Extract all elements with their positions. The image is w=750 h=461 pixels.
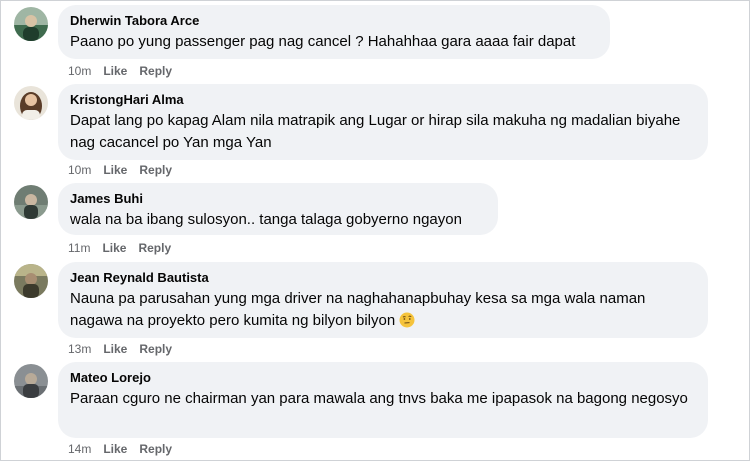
- like-button[interactable]: Like: [103, 342, 127, 356]
- face-with-raised-eyebrow-emoji-icon: [399, 312, 415, 328]
- comment-author[interactable]: James Buhi: [70, 191, 486, 207]
- comment-timestamp[interactable]: 13m: [68, 342, 91, 356]
- comment-text: Nauna pa parusahan yung mga driver na na…: [70, 288, 696, 332]
- reply-button[interactable]: Reply: [139, 64, 172, 78]
- comment-author[interactable]: KristongHari Alma: [70, 92, 696, 108]
- avatar[interactable]: [14, 185, 48, 219]
- like-button[interactable]: Like: [102, 241, 126, 255]
- avatar[interactable]: [14, 364, 48, 398]
- comment-actions: 10m Like Reply: [68, 162, 172, 178]
- comment-author[interactable]: Jean Reynald Bautista: [70, 270, 696, 286]
- reply-button[interactable]: Reply: [139, 442, 172, 456]
- comment-timestamp[interactable]: 10m: [68, 64, 91, 78]
- comment-bubble: Dherwin Tabora Arce Paano po yung passen…: [58, 5, 610, 59]
- comment-text-body: Nauna pa parusahan yung mga driver na na…: [70, 290, 646, 329]
- like-button[interactable]: Like: [103, 64, 127, 78]
- comment-text: wala na ba ibang sulosyon.. tanga talaga…: [70, 211, 462, 228]
- reply-button[interactable]: Reply: [139, 342, 172, 356]
- comment-actions: 10m Like Reply: [68, 63, 172, 79]
- comment-text: Paraan cguro ne chairman yan para mawala…: [70, 390, 688, 407]
- comment-timestamp[interactable]: 14m: [68, 442, 91, 456]
- comment-actions: 11m Like Reply: [68, 240, 171, 256]
- avatar[interactable]: [14, 86, 48, 120]
- avatar[interactable]: [14, 7, 48, 41]
- comment-actions: 14m Like Reply: [68, 441, 172, 457]
- avatar[interactable]: [14, 264, 48, 298]
- like-button[interactable]: Like: [103, 442, 127, 456]
- comment-bubble: James Buhi wala na ba ibang sulosyon.. t…: [58, 183, 498, 235]
- comment-author[interactable]: Mateo Lorejo: [70, 370, 696, 386]
- like-button[interactable]: Like: [103, 163, 127, 177]
- comment-text: Dapat lang po kapag Alam nila matrapik a…: [70, 112, 681, 151]
- comment-text: Paano po yung passenger pag nag cancel ?…: [70, 33, 576, 50]
- reply-button[interactable]: Reply: [139, 163, 172, 177]
- comment-author[interactable]: Dherwin Tabora Arce: [70, 13, 598, 29]
- comment-bubble: Jean Reynald Bautista Nauna pa parusahan…: [58, 262, 708, 338]
- comment-actions: 13m Like Reply: [68, 341, 172, 357]
- comment-bubble: Mateo Lorejo Paraan cguro ne chairman ya…: [58, 362, 708, 438]
- comment-timestamp[interactable]: 11m: [68, 241, 90, 255]
- comment-bubble: KristongHari Alma Dapat lang po kapag Al…: [58, 84, 708, 160]
- reply-button[interactable]: Reply: [138, 241, 171, 255]
- comment-timestamp[interactable]: 10m: [68, 163, 91, 177]
